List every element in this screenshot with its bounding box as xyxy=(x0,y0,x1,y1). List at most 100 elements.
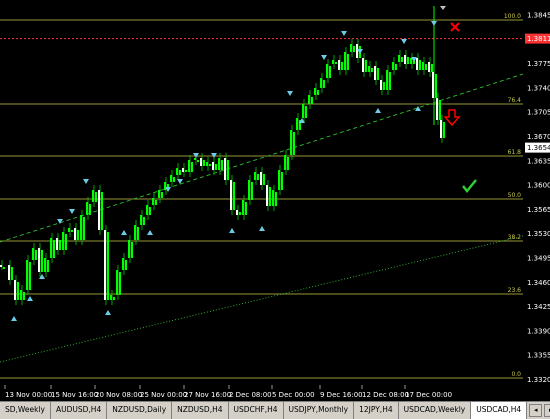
candle-body xyxy=(314,88,316,95)
chart-tab[interactable]: NZDUSD,H4 xyxy=(172,402,229,419)
candle-body xyxy=(266,185,268,206)
candle-body xyxy=(281,172,283,190)
price-axis-label: 1.3670 xyxy=(527,133,550,141)
tab-scroll-right-icon[interactable]: ▸ xyxy=(544,404,550,417)
candle-body xyxy=(305,106,307,118)
candle-body xyxy=(29,262,31,290)
candle-body xyxy=(422,62,424,70)
candle-body xyxy=(416,58,418,70)
candle-body xyxy=(350,44,352,52)
candle-body xyxy=(122,258,124,270)
candle-body xyxy=(119,272,121,295)
candle-body xyxy=(137,227,139,240)
candle-body xyxy=(221,160,223,170)
candle-body xyxy=(263,174,265,185)
candle-body xyxy=(338,60,340,70)
chart-tab[interactable]: USDCHF,H4 xyxy=(228,402,284,419)
candle-body xyxy=(188,160,190,172)
candle-body xyxy=(242,200,244,215)
candle-body xyxy=(77,230,79,240)
candle-body xyxy=(35,250,37,260)
fib-level-label: 50.0 xyxy=(508,192,522,199)
candle-body xyxy=(380,80,382,90)
candle-body xyxy=(161,192,163,198)
candle-body xyxy=(335,62,337,64)
candle-body xyxy=(20,290,22,300)
candle-body xyxy=(227,160,229,180)
candle-body xyxy=(173,177,175,182)
tab-scroll-left-icon[interactable]: ◂ xyxy=(529,404,543,417)
candle-body xyxy=(209,164,211,166)
candle-body xyxy=(104,230,106,300)
time-axis-label: 27 Nov 16:00 xyxy=(184,391,231,399)
candle-body xyxy=(287,157,289,170)
candle-body xyxy=(176,168,178,175)
price-axis-label: 1.3460 xyxy=(527,279,550,287)
candle-body xyxy=(407,57,409,64)
price-axis-label: 1.3845 xyxy=(527,12,550,20)
chart-tab[interactable]: AUDUSD,H4 xyxy=(51,402,108,419)
candle-body xyxy=(392,62,394,70)
candle-body xyxy=(302,104,304,118)
price-axis-label: 1.3390 xyxy=(527,327,550,335)
tab-scroll-controls: ◂▸ xyxy=(527,402,550,419)
price-chart[interactable]: 100.0 76.4 61.8 50.0 38.2 23.6 0.0 1.3845 1.381… xyxy=(0,0,550,400)
candle-body xyxy=(254,172,256,180)
candle-body xyxy=(431,64,433,72)
candle-body xyxy=(107,232,109,300)
candle-body xyxy=(71,230,73,232)
candle-body xyxy=(41,250,43,272)
current-price-label: 1.3654 xyxy=(527,144,550,152)
candle-body xyxy=(8,265,10,280)
price-axis-label: 1.3565 xyxy=(527,206,550,214)
candle-body xyxy=(389,72,391,90)
candle-body xyxy=(428,62,430,72)
candle-body xyxy=(212,162,214,170)
candle-body xyxy=(290,130,292,155)
candle-body xyxy=(224,158,226,180)
candle-body xyxy=(0,265,2,267)
candle-body xyxy=(152,198,154,205)
price-axis-label: 1.3495 xyxy=(527,255,550,263)
candle-body xyxy=(443,122,445,138)
candle-body xyxy=(23,292,25,300)
candle-body xyxy=(200,158,202,166)
time-axis-label: 12 Dec 08:00 xyxy=(362,391,409,399)
candle-body xyxy=(308,95,310,104)
candle-body xyxy=(353,46,355,52)
candle-body xyxy=(155,200,157,205)
chart-tab[interactable]: SD,Weekly xyxy=(0,402,51,419)
candle-body xyxy=(233,182,235,210)
candle-body xyxy=(95,192,97,202)
chart-tab[interactable]: USDCAD,H4 xyxy=(471,402,528,419)
candle-body xyxy=(410,58,412,64)
candle-body xyxy=(432,72,434,98)
candle-body xyxy=(65,234,67,250)
candle-body xyxy=(395,64,397,70)
resistance-price-label: 1.3811 xyxy=(527,35,550,43)
candle-body xyxy=(374,66,376,80)
candle-body xyxy=(11,267,13,280)
candle-body xyxy=(356,44,358,58)
candle-body xyxy=(401,57,403,62)
candle-body xyxy=(50,238,52,258)
candle-body xyxy=(296,118,298,130)
chart-tab[interactable]: NZDUSD,Daily xyxy=(107,402,173,419)
candle-body xyxy=(215,164,217,170)
time-axis-label: 25 Nov 00:00 xyxy=(140,391,187,399)
chart-tab[interactable]: 12JPY,H4 xyxy=(354,402,399,419)
candle-body xyxy=(62,232,64,250)
candle-body xyxy=(404,55,406,64)
candle-body xyxy=(26,260,28,290)
candle-body xyxy=(182,168,184,172)
candle-body xyxy=(257,174,259,180)
fib-level-label: 0.0 xyxy=(511,371,521,378)
candle-body xyxy=(365,60,367,72)
candle-body xyxy=(419,60,421,70)
candle-body xyxy=(362,58,364,72)
chart-tab[interactable]: USDCAD,Weekly xyxy=(398,402,472,419)
chart-tab[interactable]: USDJPY,Monthly xyxy=(283,402,355,419)
candle-body xyxy=(3,267,5,269)
candle-body xyxy=(98,190,100,230)
candle-body xyxy=(371,68,373,72)
